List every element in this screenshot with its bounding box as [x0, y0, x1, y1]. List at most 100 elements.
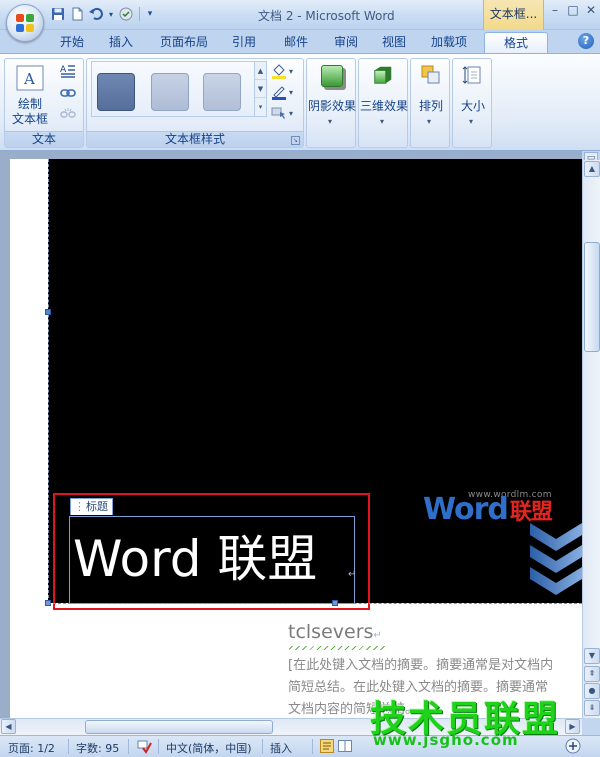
- shape-outline-icon[interactable]: [271, 84, 287, 100]
- selection-handle-left[interactable]: [45, 309, 51, 315]
- abstract-line-1[interactable]: [在此处键入文档的摘要。摘要通常是对文档内: [288, 654, 582, 673]
- print-layout-view-icon[interactable]: [320, 739, 334, 756]
- shape-outline-dropdown-icon[interactable]: ▾: [289, 88, 293, 97]
- shadow-effects-dropdown-icon: ▾: [328, 117, 333, 126]
- quick-access-toolbar: ▾ ▾: [50, 6, 155, 22]
- ribbon-tabs: 开始 插入 页面布局 引用 邮件 审阅 视图 加载项 格式: [0, 30, 600, 53]
- draw-textbox-label-2: 文本框: [11, 112, 48, 126]
- tab-home[interactable]: 开始: [54, 32, 90, 53]
- three-d-effects-group: 三维效果 ▾: [358, 58, 408, 148]
- three-d-effects-button[interactable]: 三维效果 ▾: [359, 59, 409, 145]
- help-icon[interactable]: ?: [578, 33, 594, 49]
- vertical-scrollbar[interactable]: ▲ ▼ ⇞ ● ⇟: [582, 160, 600, 718]
- scroll-up-icon[interactable]: ▲: [584, 161, 600, 177]
- spelling-underline: [289, 646, 385, 650]
- next-page-icon[interactable]: ⇟: [584, 700, 600, 716]
- spellcheck-icon[interactable]: [118, 6, 134, 22]
- tab-review[interactable]: 审阅: [328, 32, 364, 53]
- close-button[interactable]: ✕: [582, 2, 600, 20]
- tab-format[interactable]: 格式: [484, 32, 548, 53]
- shadow-effects-button[interactable]: 阴影效果 ▾: [307, 59, 357, 145]
- drag-handle-icon[interactable]: ⋮: [74, 500, 85, 513]
- title-bar: ▾ ▾ 文档 2 - Microsoft Word 文本框... – □ ✕: [0, 0, 600, 30]
- minimize-button[interactable]: –: [546, 2, 564, 20]
- tab-insert[interactable]: 插入: [103, 32, 139, 53]
- margin-guide: [48, 159, 49, 603]
- gallery-more-icon[interactable]: ▾: [255, 98, 266, 116]
- shape-fill-dropdown-icon[interactable]: ▾: [289, 67, 293, 76]
- arrange-button[interactable]: 排列 ▾: [411, 59, 451, 145]
- textbox-style-3[interactable]: [203, 73, 241, 111]
- language-indicator[interactable]: 中文(简体，中国): [166, 740, 252, 756]
- scroll-down-icon[interactable]: ▼: [584, 648, 600, 664]
- word-count[interactable]: 字数: 95: [76, 740, 119, 756]
- arrange-group: 排列 ▾: [410, 58, 450, 148]
- content-control-label: 标题: [86, 500, 108, 513]
- gallery-up-icon[interactable]: ▲: [255, 62, 266, 80]
- textbox-style-1[interactable]: [97, 73, 135, 111]
- textbox-styles-group: ▲ ▼ ▾ ▾ ▾ ▾ 文本框样式 ↘: [86, 58, 304, 148]
- draw-textbox-icon: A: [16, 65, 44, 91]
- tab-addins[interactable]: 加载项: [426, 32, 472, 53]
- status-separator: [128, 739, 129, 754]
- scroll-right-icon[interactable]: ▶: [565, 719, 580, 734]
- title-text[interactable]: Word 联盟: [73, 529, 317, 589]
- shadow-effects-icon: [321, 65, 343, 87]
- document-workspace[interactable]: www.wordlm.com Word联盟 ⋮ 标题 Word 联盟 ↵ tcls…: [0, 151, 582, 718]
- tab-view[interactable]: 视图: [376, 32, 412, 53]
- size-group: 大小 ▾: [452, 58, 492, 148]
- new-document-icon[interactable]: [69, 6, 85, 22]
- tab-mailings[interactable]: 邮件: [278, 32, 314, 53]
- page-indicator[interactable]: 页面: 1/2: [8, 740, 55, 756]
- svg-text:A: A: [23, 70, 35, 88]
- change-shape-icon[interactable]: [271, 105, 287, 121]
- office-logo-icon: [16, 14, 34, 32]
- horizontal-scroll-thumb[interactable]: [85, 720, 273, 734]
- full-screen-reading-icon[interactable]: [338, 739, 352, 756]
- gallery-down-icon[interactable]: ▼: [255, 80, 266, 98]
- status-separator: [312, 739, 313, 754]
- dialog-launcher-icon[interactable]: ↘: [291, 136, 300, 145]
- previous-page-icon[interactable]: ⇞: [584, 666, 600, 682]
- context-tab-title: 文本框...: [483, 0, 544, 30]
- select-browse-object-icon[interactable]: ●: [584, 683, 600, 699]
- draw-textbox-button[interactable]: A 绘制 文本框: [8, 61, 52, 129]
- create-link-icon[interactable]: [60, 85, 76, 101]
- size-button[interactable]: 大小 ▾: [453, 59, 493, 145]
- shadow-effects-group: 阴影效果 ▾: [306, 58, 356, 148]
- proofing-icon[interactable]: [136, 738, 152, 757]
- tab-page-layout[interactable]: 页面布局: [156, 32, 212, 53]
- insert-mode-indicator[interactable]: 插入: [270, 740, 292, 756]
- break-link-icon[interactable]: [60, 106, 76, 122]
- shadow-effects-label: 阴影效果: [307, 99, 356, 113]
- office-button[interactable]: [6, 4, 44, 42]
- customize-qat-icon[interactable]: ▾: [145, 6, 155, 22]
- shape-fill-icon[interactable]: [271, 63, 287, 79]
- save-icon[interactable]: [50, 6, 66, 22]
- restore-button[interactable]: □: [564, 2, 582, 20]
- content-control-tag[interactable]: ⋮ 标题: [70, 498, 113, 515]
- subtitle-paragraph-mark-icon: ↵: [373, 630, 382, 641]
- qat-separator: [139, 7, 140, 21]
- undo-icon[interactable]: [88, 6, 104, 22]
- text-direction-icon[interactable]: A: [60, 63, 76, 79]
- textbox-style-2[interactable]: [151, 73, 189, 111]
- size-dropdown-icon: ▾: [469, 117, 474, 126]
- vertical-scroll-thumb[interactable]: [584, 242, 600, 352]
- size-icon: [462, 66, 481, 84]
- zoom-in-icon[interactable]: [565, 738, 581, 757]
- subtitle-text[interactable]: tclsevers↵: [288, 621, 382, 643]
- gallery-scroll[interactable]: ▲ ▼ ▾: [254, 61, 267, 117]
- subtitle-value: tclsevers: [288, 621, 374, 643]
- change-shape-dropdown-icon[interactable]: ▾: [289, 109, 293, 118]
- status-separator: [262, 739, 263, 754]
- document-page[interactable]: www.wordlm.com Word联盟 ⋮ 标题 Word 联盟 ↵ tcls…: [10, 159, 582, 718]
- undo-dropdown-icon[interactable]: ▾: [107, 6, 115, 22]
- ribbon: A 绘制 文本框 A 文本 ▲ ▼ ▾ ▾ ▾ ▾ 文本框样式 ↘ 阴影效果 ▾…: [0, 53, 600, 151]
- three-d-effects-icon: [374, 66, 392, 84]
- window-controls: – □ ✕: [546, 2, 600, 20]
- document-title: 文档 2 - Microsoft Word: [258, 9, 395, 23]
- scroll-left-icon[interactable]: ◀: [1, 719, 16, 734]
- paragraph-mark-icon: ↵: [348, 569, 357, 580]
- tab-references[interactable]: 引用: [226, 32, 262, 53]
